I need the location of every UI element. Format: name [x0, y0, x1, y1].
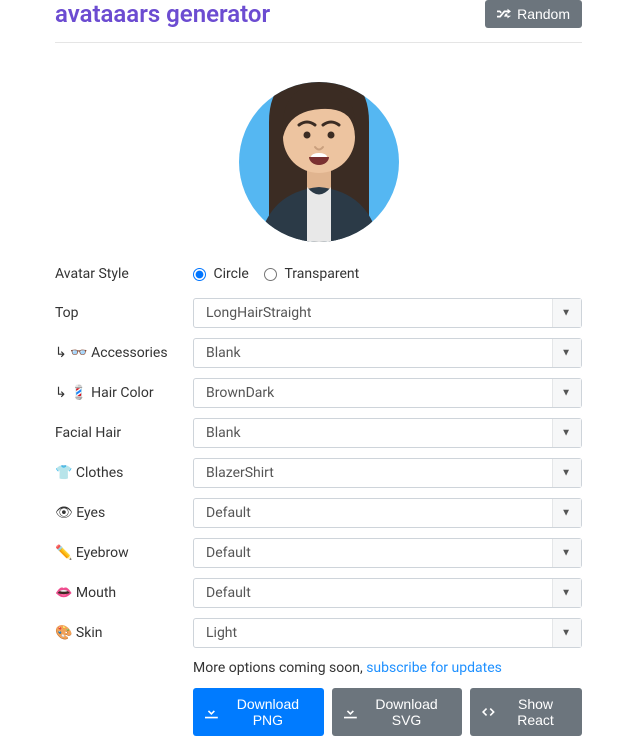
mouth-select-value: Default	[206, 585, 251, 601]
haircolor-row: ↳ 💈 Hair Color BrownDark ▼	[55, 378, 582, 408]
top-label: Top	[55, 305, 193, 321]
haircolor-select[interactable]: BrownDark ▼	[193, 378, 582, 408]
avatar-style-circle-option[interactable]: Circle	[193, 266, 252, 282]
show-react-button[interactable]: Show React	[470, 688, 582, 736]
download-icon	[205, 705, 218, 719]
clothes-label: 👕 Clothes	[55, 465, 193, 481]
eyes-label: 👁 Eyes	[55, 505, 193, 521]
download-svg-button[interactable]: Download SVG	[332, 688, 462, 736]
avatar-image	[239, 67, 399, 242]
skin-label: 🎨 Skin	[55, 625, 193, 641]
skin-select[interactable]: Light ▼	[193, 618, 582, 648]
avatar-preview	[55, 67, 582, 246]
download-svg-label: Download SVG	[363, 696, 451, 728]
accessories-select[interactable]: Blank ▼	[193, 338, 582, 368]
eyebrow-label: ✏️ Eyebrow	[55, 545, 193, 561]
eyebrow-select[interactable]: Default ▼	[193, 538, 582, 568]
mouth-label: 👄 Mouth	[55, 585, 193, 601]
accessories-row: ↳ 👓 Accessories Blank ▼	[55, 338, 582, 368]
avatar-style-circle-radio[interactable]	[193, 268, 206, 281]
clothes-select-value: BlazerShirt	[206, 465, 274, 481]
top-select-value: LongHairStraight	[206, 305, 311, 321]
eyebrow-row: ✏️ Eyebrow Default ▼	[55, 538, 582, 568]
download-icon	[344, 705, 357, 719]
chevron-down-icon: ▼	[561, 428, 571, 439]
accessories-select-value: Blank	[206, 345, 241, 361]
chevron-down-icon: ▼	[561, 348, 571, 359]
clothes-select[interactable]: BlazerShirt ▼	[193, 458, 582, 488]
top-select[interactable]: LongHairStraight ▼	[193, 298, 582, 328]
haircolor-select-value: BrownDark	[206, 385, 274, 401]
download-png-button[interactable]: Download PNG	[193, 688, 324, 736]
mouth-select[interactable]: Default ▼	[193, 578, 582, 608]
avatar-style-circle-label: Circle	[213, 266, 248, 282]
avatar-style-transparent-label: Transparent	[284, 266, 359, 282]
top-row: Top LongHairStraight ▼	[55, 298, 582, 328]
chevron-down-icon: ▼	[561, 508, 571, 519]
more-options-text: More options coming soon, subscribe for …	[193, 660, 582, 676]
haircolor-label: ↳ 💈 Hair Color	[55, 385, 193, 401]
eyebrow-select-value: Default	[206, 545, 251, 561]
more-options-prefix: More options coming soon,	[193, 660, 366, 676]
show-react-label: Show React	[501, 696, 570, 728]
shuffle-icon	[497, 7, 511, 21]
avatar-style-label: Avatar Style	[55, 266, 193, 282]
random-button[interactable]: Random	[485, 0, 582, 28]
avatar-style-row: Avatar Style Circle Transparent	[55, 266, 582, 282]
eyes-row: 👁 Eyes Default ▼	[55, 498, 582, 528]
chevron-down-icon: ▼	[561, 388, 571, 399]
facialhair-label: Facial Hair	[55, 425, 193, 441]
chevron-down-icon: ▼	[561, 548, 571, 559]
skin-select-value: Light	[206, 625, 237, 641]
download-png-label: Download PNG	[224, 696, 312, 728]
facialhair-select[interactable]: Blank ▼	[193, 418, 582, 448]
avatar-style-transparent-option[interactable]: Transparent	[264, 266, 359, 282]
accessories-label: ↳ 👓 Accessories	[55, 345, 193, 361]
chevron-down-icon: ▼	[561, 588, 571, 599]
facialhair-row: Facial Hair Blank ▼	[55, 418, 582, 448]
eyes-select-value: Default	[206, 505, 251, 521]
header: avataaars generator Random	[55, 0, 582, 43]
skin-row: 🎨 Skin Light ▼	[55, 618, 582, 648]
clothes-row: 👕 Clothes BlazerShirt ▼	[55, 458, 582, 488]
chevron-down-icon: ▼	[561, 468, 571, 479]
chevron-down-icon: ▼	[561, 308, 571, 319]
mouth-row: 👄 Mouth Default ▼	[55, 578, 582, 608]
facialhair-select-value: Blank	[206, 425, 241, 441]
chevron-down-icon: ▼	[561, 628, 571, 639]
avatar-style-transparent-radio[interactable]	[264, 268, 277, 281]
eyes-select[interactable]: Default ▼	[193, 498, 582, 528]
code-icon	[482, 705, 495, 719]
subscribe-link[interactable]: subscribe for updates	[366, 660, 502, 676]
random-button-label: Random	[517, 6, 570, 22]
page-title: avataaars generator	[55, 0, 270, 28]
